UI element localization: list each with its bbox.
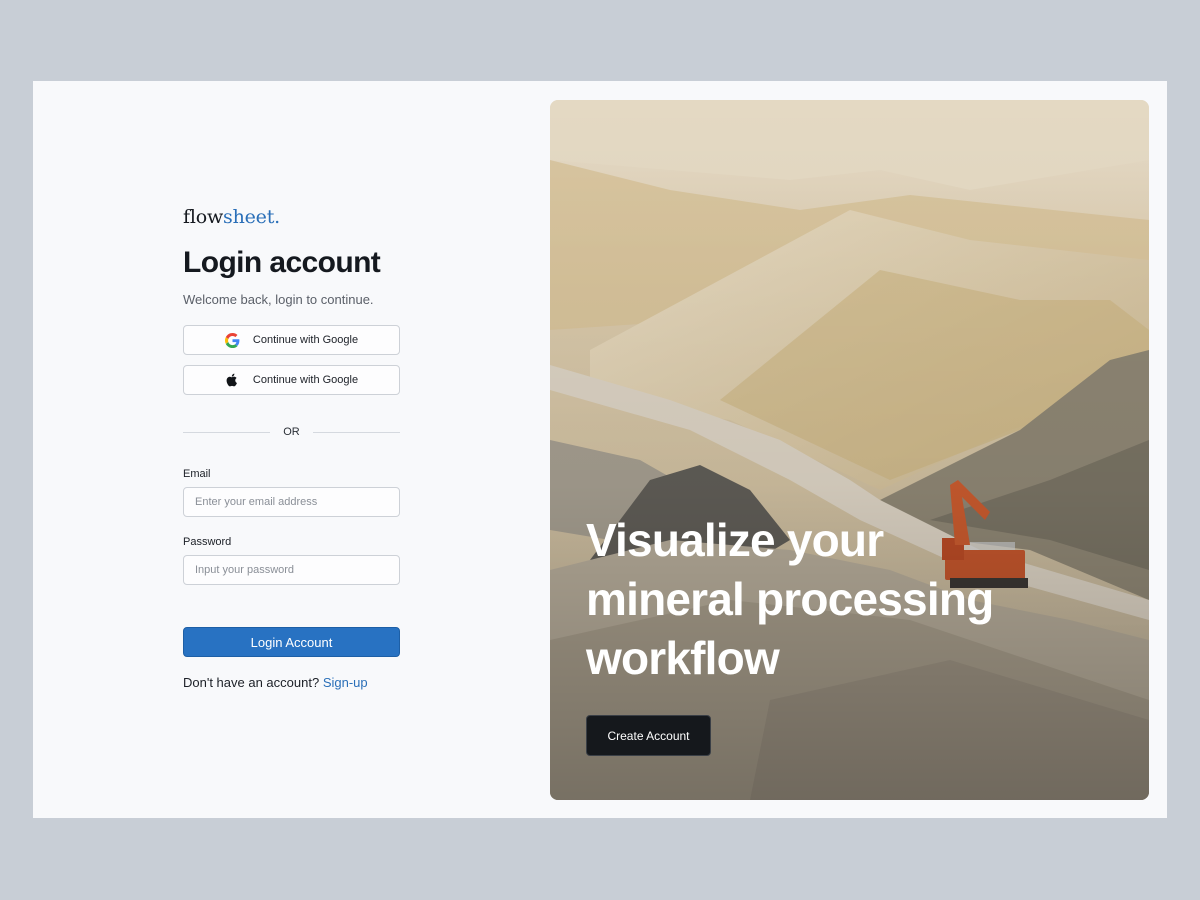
login-card: flowsheet. Login account Welcome back, l… — [33, 81, 1167, 818]
password-field[interactable] — [183, 555, 400, 585]
email-field[interactable] — [183, 487, 400, 517]
login-account-button[interactable]: Login Account — [183, 627, 400, 657]
signup-prompt-text: Don't have an account? — [183, 675, 320, 690]
hero-headline-line-2: mineral processing — [586, 573, 994, 625]
apple-icon — [225, 372, 241, 388]
quarry-photo — [550, 100, 1149, 800]
signup-prompt: Don't have an account? Sign-up — [183, 675, 400, 691]
login-form: flowsheet. Login account Welcome back, l… — [183, 206, 400, 691]
or-divider: OR — [183, 422, 400, 442]
divider-text: OR — [283, 426, 300, 438]
page-subtitle: Welcome back, login to continue. — [183, 292, 374, 307]
continue-with-google-button[interactable]: Continue with Google — [183, 325, 400, 355]
brand-name-accent: sheet. — [223, 206, 280, 228]
brand-name-main: flow — [183, 206, 224, 228]
page-title: Login account — [183, 246, 381, 279]
continue-with-apple-button[interactable]: Continue with Google — [183, 365, 400, 395]
divider-line-right — [312, 431, 400, 433]
google-icon — [225, 332, 241, 348]
hero-headline-line-1: Visualize your — [586, 514, 884, 566]
email-label: Email — [183, 468, 211, 480]
hero-panel: Visualize your mineral processing workfl… — [550, 100, 1149, 800]
password-label: Password — [183, 536, 232, 548]
hero-headline: Visualize your mineral processing workfl… — [586, 511, 1106, 688]
hero-headline-line-3: workflow — [586, 632, 780, 684]
google-button-label: Continue with Google — [252, 334, 359, 346]
divider-line-left — [183, 431, 271, 433]
apple-button-label: Continue with Google — [252, 374, 359, 386]
create-account-button[interactable]: Create Account — [586, 715, 711, 756]
brand-logo: flowsheet. — [183, 206, 400, 230]
signup-link[interactable]: Sign-up — [323, 675, 368, 690]
